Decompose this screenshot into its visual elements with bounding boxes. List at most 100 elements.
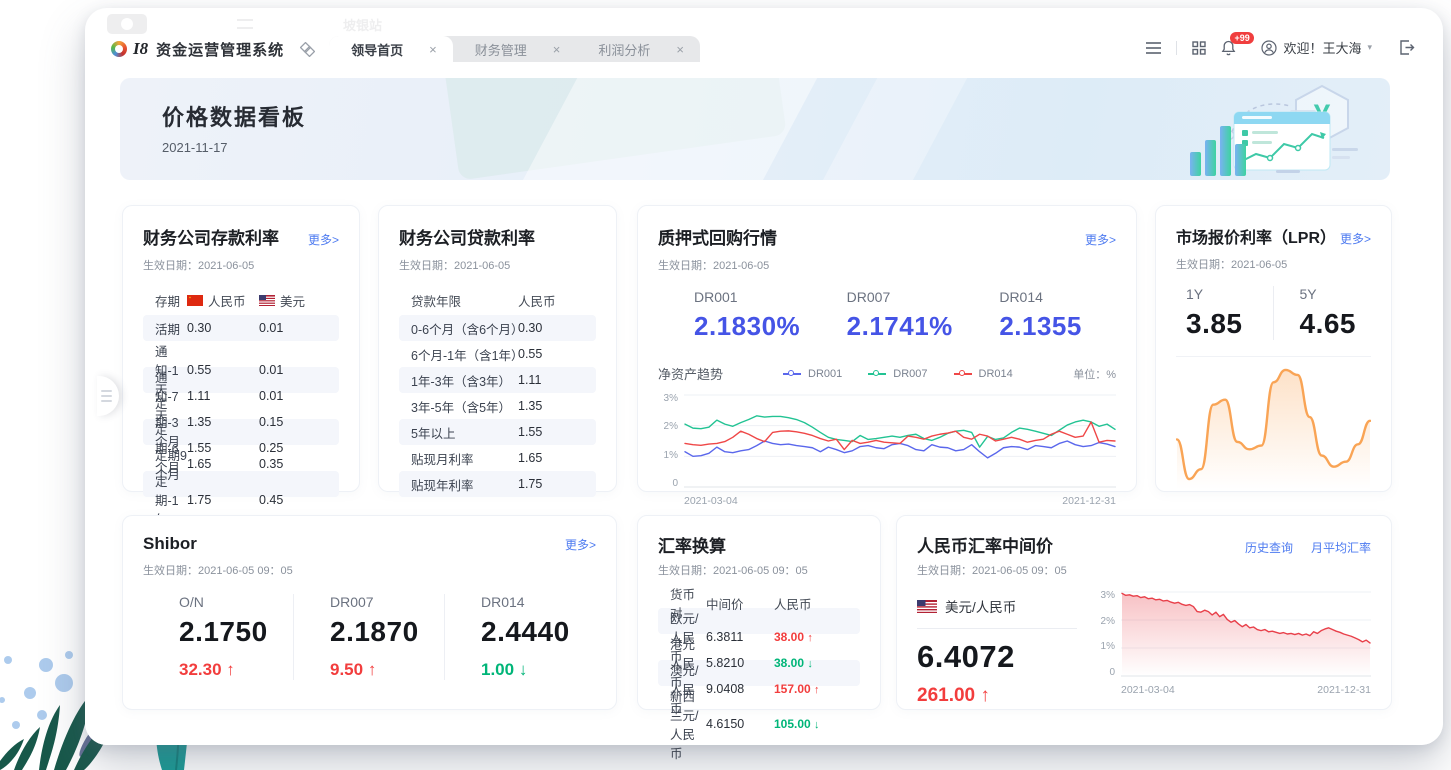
table-row: 贴现年利率1.75	[399, 471, 596, 497]
table-row: 1年-3年（含3年）1.11	[399, 367, 596, 393]
row-value: 1.35	[187, 415, 259, 429]
chevron-down-icon: ▾	[1367, 42, 1372, 53]
row-value: 6.3811	[706, 630, 774, 644]
quote-value: 2.1355	[999, 311, 1116, 342]
logo-ring-icon	[111, 41, 127, 57]
chart-unit: 单位：%	[1073, 366, 1116, 382]
tab-close-icon[interactable]: ×	[429, 42, 437, 57]
divider	[1176, 41, 1177, 55]
tab-label: 利润分析	[598, 40, 650, 59]
legend-item-DR001[interactable]: DR001	[783, 368, 842, 380]
banner: 价格数据看板 2021-11-17 ¥	[120, 78, 1390, 180]
apps-grid-icon[interactable]	[1192, 41, 1206, 55]
history-query-link[interactable]: 历史查询	[1245, 539, 1293, 556]
row-value: 1.55	[187, 441, 259, 455]
quote-change: 32.30 ↑	[179, 660, 293, 680]
column-header: 贷款年限	[399, 291, 518, 310]
quote: O/N 2.1750 32.30 ↑	[143, 594, 294, 680]
legend-label: DR014	[979, 368, 1013, 380]
parity-chart-area: 3%2% 1%0 2021-03-042021-12-31	[1095, 588, 1371, 707]
user-avatar-icon	[1261, 40, 1277, 56]
row-value: 0.30	[518, 321, 596, 335]
tab-财务管理[interactable]: 财务管理×	[453, 36, 577, 62]
row-value: 1.55	[518, 425, 596, 439]
arrow-down-icon: ↓	[807, 658, 813, 670]
card-title: 人民币汇率中间价	[917, 532, 1053, 557]
more-link[interactable]: 更多>	[565, 536, 596, 553]
quote-change: 9.50 ↑	[330, 660, 444, 680]
row-label: 活期	[143, 319, 187, 338]
tab-close-icon[interactable]: ×	[676, 42, 684, 57]
tab-领导首页[interactable]: 领导首页×	[329, 36, 453, 62]
quote: DR007 2.1870 9.50 ↑	[294, 594, 445, 680]
card-title: 财务公司贷款利率	[399, 224, 535, 249]
quote-label: DR007	[330, 594, 444, 610]
quote-change: 1.00 ↓	[481, 660, 596, 680]
loan-rate-card: 财务公司贷款利率 生效日期：2021-06-05 贷款年限 人民币 0-6个月（…	[378, 205, 617, 492]
row-label: 3年-5年（含5年）	[399, 397, 518, 416]
table-row: 5年以上1.55	[399, 419, 596, 445]
lpr-quotes: 1Y 3.85 5Y 4.65	[1176, 286, 1371, 340]
quote-label: O/N	[179, 594, 293, 610]
shibor-quotes: O/N 2.1750 32.30 ↑ DR007 2.1870 9.50 ↑ D…	[143, 594, 596, 680]
quote: 1Y 3.85	[1176, 286, 1274, 340]
ghost-logo-icon	[121, 18, 133, 30]
quote-label: 1Y	[1186, 286, 1273, 302]
tab-利润分析[interactable]: 利润分析 ×	[576, 36, 700, 62]
arrow-down-icon: ↓	[814, 719, 820, 731]
more-link[interactable]: 更多>	[1340, 230, 1371, 247]
tab-close-icon[interactable]: ×	[553, 42, 561, 57]
table-row: 通知-1天0.550.01	[143, 341, 339, 367]
system-title: 资金运营管理系统	[156, 39, 284, 60]
row-value: 1.75	[518, 477, 596, 491]
more-link[interactable]: 更多>	[308, 231, 339, 248]
card-title: Shibor	[143, 534, 197, 554]
quote: DR007 2.1741%	[811, 289, 964, 342]
table-row: 0-6个月（含6个月）0.30	[399, 315, 596, 341]
row-label: 新西兰元/人民币	[658, 686, 706, 762]
fx-table: 欧元/人民币6.381138.00 ↑港元人民币5.821038.00 ↓澳元/…	[658, 608, 860, 712]
x-axis-labels: 2021-03-042021-12-31	[658, 495, 1116, 507]
banner-date: 2021-11-17	[162, 140, 228, 155]
quote-value: 2.1870	[330, 616, 444, 648]
row-value: 1.11	[518, 373, 596, 387]
parity-card: 人民币汇率中间价 历史查询 月平均汇率 生效日期：2021-06-05 09：0…	[896, 515, 1392, 710]
logout-icon[interactable]	[1399, 40, 1415, 55]
notification-badge: +99	[1230, 32, 1253, 44]
column-header: 人民币	[518, 291, 596, 310]
table-row: 6个月-1年（含1年）0.55	[399, 341, 596, 367]
parity-change: 261.00 ↑	[917, 685, 1095, 707]
card-title: 市场报价利率（LPR）	[1176, 224, 1336, 248]
more-link[interactable]: 更多>	[1085, 231, 1116, 248]
divider	[917, 628, 1077, 629]
legend-marker	[868, 373, 886, 375]
row-label: 0-6个月（含6个月）	[399, 319, 518, 338]
monthly-average-link[interactable]: 月平均汇率	[1311, 539, 1371, 556]
user-menu[interactable]: 欢迎！王大海 ▾	[1261, 38, 1372, 57]
layers-icon[interactable]	[300, 42, 315, 57]
quote-label: 5Y	[1300, 286, 1372, 302]
column-header: 人民币	[774, 594, 860, 613]
effective-date: 生效日期：2021-06-05 09：05	[143, 562, 596, 578]
legend-item-DR014[interactable]: DR014	[954, 368, 1013, 380]
fx-conversion-card: 汇率换算 生效日期：2021-06-05 09：05 货币对 中间价 人民币 欧…	[637, 515, 881, 710]
row-value: 1.35	[518, 399, 596, 413]
parity-value: 6.4072	[917, 639, 1095, 675]
table-row: 活期0.300.01	[143, 315, 339, 341]
us-flag-icon	[917, 600, 937, 613]
row-label: 贴现年利率	[399, 475, 518, 494]
row-value: 1.65	[187, 457, 259, 471]
main-content: 价格数据看板 2021-11-17 ¥	[85, 62, 1443, 745]
notification-bell-icon[interactable]: +99	[1221, 40, 1236, 56]
effective-date: 生效日期：2021-06-05	[399, 257, 596, 273]
quote-value: 2.1741%	[847, 311, 964, 342]
legend-item-DR007[interactable]: DR007	[868, 368, 927, 380]
ghost-station-label: 坡银站	[343, 15, 382, 34]
y-axis-ticks: 3%2% 1%0	[658, 393, 684, 489]
banner-illustration: ¥	[1172, 82, 1362, 180]
quote: DR014 2.1355	[963, 289, 1116, 342]
logo-text: I8	[133, 39, 148, 59]
row-value: 0.01	[259, 389, 339, 403]
quote-label: DR014	[999, 289, 1116, 305]
menu-icon[interactable]	[1146, 42, 1161, 54]
